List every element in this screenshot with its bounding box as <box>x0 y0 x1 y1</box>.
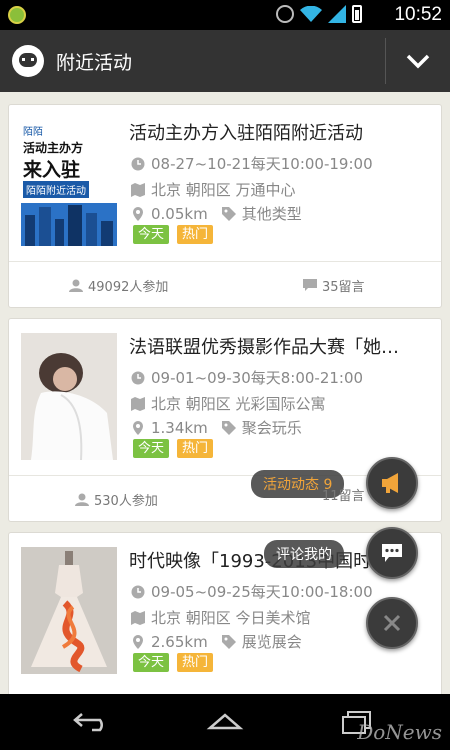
participants-button[interactable]: 530人参加 <box>75 490 158 509</box>
status-bar: 10:52 <box>0 0 450 30</box>
activity-tags: 今天 热门 <box>133 653 214 672</box>
card-footer: 49092人参加 35留言 <box>9 261 441 307</box>
activity-card[interactable]: 陌陌 活动主办方 来入驻 陌陌附近活动 活动主办方入驻陌陌附近活动 08-27~… <box>8 104 442 308</box>
back-icon[interactable] <box>72 710 112 732</box>
activity-category: 聚会玩乐 <box>241 419 302 437</box>
system-nav-bar: DoNews <box>0 694 450 750</box>
close-menu-button[interactable] <box>366 597 418 649</box>
map-icon <box>131 610 145 625</box>
activity-time-row: 09-05~09-25每天10:00-18:00 <box>131 581 373 602</box>
clock-icon <box>131 371 145 384</box>
tag-hot: 热门 <box>177 225 214 244</box>
peek-comments-count: 11留言 <box>322 489 365 504</box>
page-title: 附近活动 <box>56 51 133 74</box>
tag-hot: 热门 <box>177 653 214 672</box>
activity-category: 其他类型 <box>241 205 302 223</box>
activity-location: 北京 朝阳区 光彩国际公寓 <box>151 395 326 413</box>
app-header: 附近活动 <box>0 30 450 92</box>
dropdown-button[interactable] <box>386 30 450 92</box>
comment-icon <box>303 279 317 291</box>
activity-location: 北京 朝阳区 万通中心 <box>151 181 296 199</box>
thumb-line2: 来入驻 <box>23 159 81 181</box>
thumb-line3: 陌陌附近活动 <box>23 181 89 198</box>
signal-icon <box>328 5 346 23</box>
map-icon <box>131 182 145 197</box>
person-icon <box>75 493 89 506</box>
activity-category: 展览展会 <box>241 633 302 651</box>
participants-count: 530人参加 <box>94 494 158 509</box>
activity-time-row: 08-27~10-21每天10:00-19:00 <box>131 153 373 174</box>
activity-distance: 2.65km <box>151 632 208 651</box>
activity-time: 09-05~09-25每天10:00-18:00 <box>151 583 373 601</box>
close-icon <box>383 614 401 632</box>
wifi-icon <box>300 6 322 22</box>
chat-bubble-icon <box>382 544 402 562</box>
activity-thumbnail <box>21 333 117 460</box>
activity-distance: 1.34km <box>151 418 208 437</box>
participants-count: 49092人参加 <box>88 280 169 295</box>
activity-thumbnail: 陌陌 活动主办方 来入驻 陌陌附近活动 <box>21 119 117 246</box>
activity-location: 北京 朝阳区 今日美术馆 <box>151 609 311 627</box>
tag-today: 今天 <box>133 653 170 672</box>
map-icon <box>131 396 145 411</box>
location-pin-icon <box>133 420 143 435</box>
activity-distance-row: 0.05km 其他类型 <box>131 203 302 224</box>
comments-mine-label[interactable]: 评论我的 <box>264 540 344 568</box>
activity-location-row: 北京 朝阳区 今日美术馆 <box>131 607 311 628</box>
alarm-icon <box>276 5 294 23</box>
activity-time: 08-27~10-21每天10:00-19:00 <box>151 155 373 173</box>
watermark: DoNews <box>357 720 442 744</box>
momo-logo-icon[interactable] <box>12 45 44 77</box>
activity-time: 09-01~09-30每天8:00-21:00 <box>151 369 364 387</box>
participants-button[interactable]: 49092人参加 <box>69 276 168 295</box>
tag-icon <box>221 634 236 649</box>
activity-location-row: 北京 朝阳区 万通中心 <box>131 179 296 200</box>
activity-distance-row: 1.34km 聚会玩乐 <box>131 417 302 438</box>
activity-news-button[interactable] <box>366 457 418 509</box>
activity-distance: 0.05km <box>151 204 208 223</box>
activity-title: 活动主办方入驻陌陌附近活动 <box>129 123 363 144</box>
activity-tags: 今天 热门 <box>133 439 214 458</box>
comments-button[interactable]: 35留言 <box>303 276 365 295</box>
tag-icon <box>221 206 236 221</box>
battery-icon <box>352 5 362 23</box>
activity-thumbnail <box>21 547 117 674</box>
tag-today: 今天 <box>133 225 170 244</box>
city-skyline-graphic <box>21 203 117 246</box>
activity-title: 法语联盟优秀摄影作品大赛「她… <box>129 337 399 358</box>
comments-count: 35留言 <box>322 280 365 295</box>
tag-icon <box>221 420 236 435</box>
activity-distance-row: 2.65km 展览展会 <box>131 631 302 652</box>
megaphone-icon <box>382 473 398 493</box>
thumb-brand: 陌陌 <box>23 127 43 138</box>
home-icon[interactable] <box>204 710 246 732</box>
thumb-line1: 活动主办方 <box>23 141 84 155</box>
comments-mine-button[interactable] <box>366 527 418 579</box>
activity-location-row: 北京 朝阳区 光彩国际公寓 <box>131 393 326 414</box>
location-pin-icon <box>133 634 143 649</box>
chevron-down-icon <box>406 54 430 69</box>
clock: 10:52 <box>394 4 442 25</box>
clock-icon <box>131 585 145 598</box>
tag-hot: 热门 <box>177 439 214 458</box>
activity-tags: 今天 热门 <box>133 225 214 244</box>
person-icon <box>69 279 83 292</box>
activity-time-row: 09-01~09-30每天8:00-21:00 <box>131 367 363 388</box>
clock-icon <box>131 157 145 170</box>
location-pin-icon <box>133 206 143 221</box>
app-notification-icon <box>8 6 26 24</box>
photo-woman-sleeping <box>21 333 117 460</box>
photo-dress-exhibit <box>21 547 117 674</box>
tag-today: 今天 <box>133 439 170 458</box>
